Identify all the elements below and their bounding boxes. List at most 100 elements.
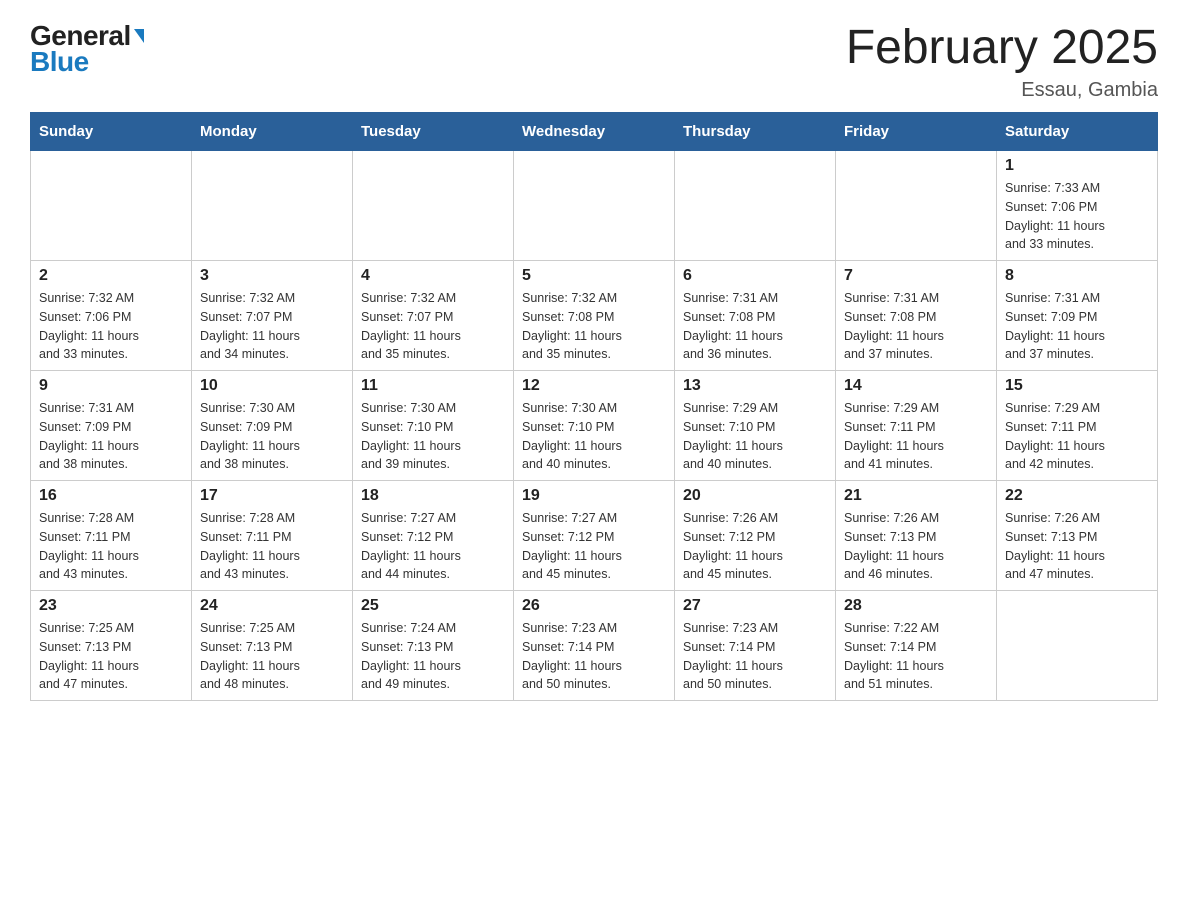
day-info: Sunrise: 7:29 AMSunset: 7:11 PMDaylight:… (844, 399, 988, 474)
day-number: 18 (361, 487, 505, 505)
day-info: Sunrise: 7:32 AMSunset: 7:08 PMDaylight:… (522, 289, 666, 364)
day-info: Sunrise: 7:24 AMSunset: 7:13 PMDaylight:… (361, 619, 505, 694)
header-row: Sunday Monday Tuesday Wednesday Thursday… (31, 113, 1158, 151)
day-info: Sunrise: 7:26 AMSunset: 7:13 PMDaylight:… (1005, 509, 1149, 584)
calendar-body: 1Sunrise: 7:33 AMSunset: 7:06 PMDaylight… (31, 151, 1158, 701)
day-info: Sunrise: 7:28 AMSunset: 7:11 PMDaylight:… (200, 509, 344, 584)
day-number: 4 (361, 267, 505, 285)
day-info: Sunrise: 7:26 AMSunset: 7:13 PMDaylight:… (844, 509, 988, 584)
location-title: Essau, Gambia (846, 79, 1158, 102)
col-wednesday: Wednesday (514, 113, 675, 151)
day-number: 12 (522, 377, 666, 395)
table-row: 28 Sunrise: 7:22 AMSunset: 7:14 PMDayligh… (836, 591, 997, 701)
table-row: 14 Sunrise: 7:29 AMSunset: 7:11 PMDayligh… (836, 371, 997, 481)
table-row: 21 Sunrise: 7:26 AMSunset: 7:13 PMDayligh… (836, 481, 997, 591)
day-info: Sunrise: 7:31 AMSunset: 7:09 PMDaylight:… (39, 399, 183, 474)
week-row-2: 9Sunrise: 7:31 AMSunset: 7:09 PMDaylight… (31, 371, 1158, 481)
col-thursday: Thursday (675, 113, 836, 151)
col-sunday: Sunday (31, 113, 192, 151)
day-info: Sunrise: 7:26 AMSunset: 7:12 PMDaylight:… (683, 509, 827, 584)
day-info: Sunrise: 7:32 AMSunset: 7:07 PMDaylight:… (200, 289, 344, 364)
day-number: 28 (844, 597, 988, 615)
day-info: Sunrise: 7:23 AMSunset: 7:14 PMDaylight:… (683, 619, 827, 694)
day-number: 14 (844, 377, 988, 395)
day-info: Sunrise: 7:31 AMSunset: 7:08 PMDaylight:… (844, 289, 988, 364)
table-row: 23 Sunrise: 7:25 AMSunset: 7:13 PMDayligh… (31, 591, 192, 701)
table-row: 24 Sunrise: 7:25 AMSunset: 7:13 PMDayligh… (192, 591, 353, 701)
calendar-table: Sunday Monday Tuesday Wednesday Thursday… (30, 112, 1158, 701)
logo-blue: Blue (30, 46, 89, 78)
table-row: 18 Sunrise: 7:27 AMSunset: 7:12 PMDayligh… (353, 481, 514, 591)
table-row: 8Sunrise: 7:31 AMSunset: 7:09 PMDaylight… (997, 261, 1158, 371)
table-row: 10 Sunrise: 7:30 AMSunset: 7:09 PMDayligh… (192, 371, 353, 481)
col-monday: Monday (192, 113, 353, 151)
day-number: 2 (39, 267, 183, 285)
table-row: 15 Sunrise: 7:29 AMSunset: 7:11 PMDayligh… (997, 371, 1158, 481)
table-row (31, 151, 192, 261)
day-info: Sunrise: 7:29 AMSunset: 7:11 PMDaylight:… (1005, 399, 1149, 474)
day-info: Sunrise: 7:33 AMSunset: 7:06 PMDaylight:… (1005, 179, 1149, 254)
table-row: 2 Sunrise: 7:32 AMSunset: 7:06 PMDaylight… (31, 261, 192, 371)
day-number: 24 (200, 597, 344, 615)
col-tuesday: Tuesday (353, 113, 514, 151)
day-info: Sunrise: 7:31 AMSunset: 7:08 PMDaylight:… (683, 289, 827, 364)
table-row: 7Sunrise: 7:31 AMSunset: 7:08 PMDaylight… (836, 261, 997, 371)
table-row: 26Sunrise: 7:23 AMSunset: 7:14 PMDayligh… (514, 591, 675, 701)
day-number: 26 (522, 597, 666, 615)
logo: General Blue (30, 20, 144, 78)
table-row: 4 Sunrise: 7:32 AMSunset: 7:07 PMDaylight… (353, 261, 514, 371)
day-info: Sunrise: 7:25 AMSunset: 7:13 PMDaylight:… (39, 619, 183, 694)
table-row: 19 Sunrise: 7:27 AMSunset: 7:12 PMDayligh… (514, 481, 675, 591)
calendar-header: Sunday Monday Tuesday Wednesday Thursday… (31, 113, 1158, 151)
day-number: 21 (844, 487, 988, 505)
day-info: Sunrise: 7:22 AMSunset: 7:14 PMDaylight:… (844, 619, 988, 694)
title-block: February 2025 Essau, Gambia (846, 20, 1158, 102)
table-row: 16 Sunrise: 7:28 AMSunset: 7:11 PMDayligh… (31, 481, 192, 591)
day-info: Sunrise: 7:28 AMSunset: 7:11 PMDaylight:… (39, 509, 183, 584)
day-number: 3 (200, 267, 344, 285)
day-number: 22 (1005, 487, 1149, 505)
table-row (675, 151, 836, 261)
table-row (836, 151, 997, 261)
col-saturday: Saturday (997, 113, 1158, 151)
day-info: Sunrise: 7:30 AMSunset: 7:10 PMDaylight:… (361, 399, 505, 474)
day-number: 8 (1005, 267, 1149, 285)
table-row: 3 Sunrise: 7:32 AMSunset: 7:07 PMDaylight… (192, 261, 353, 371)
logo-triangle-icon (134, 29, 144, 43)
page-header: General Blue February 2025 Essau, Gambia (30, 20, 1158, 102)
table-row: 17 Sunrise: 7:28 AMSunset: 7:11 PMDayligh… (192, 481, 353, 591)
day-number: 5 (522, 267, 666, 285)
day-info: Sunrise: 7:30 AMSunset: 7:10 PMDaylight:… (522, 399, 666, 474)
day-number: 17 (200, 487, 344, 505)
day-number: 6 (683, 267, 827, 285)
day-number: 10 (200, 377, 344, 395)
day-number: 11 (361, 377, 505, 395)
table-row: 1Sunrise: 7:33 AMSunset: 7:06 PMDaylight… (997, 151, 1158, 261)
day-info: Sunrise: 7:32 AMSunset: 7:07 PMDaylight:… (361, 289, 505, 364)
table-row: 27 Sunrise: 7:23 AMSunset: 7:14 PMDayligh… (675, 591, 836, 701)
table-row (353, 151, 514, 261)
day-number: 13 (683, 377, 827, 395)
day-info: Sunrise: 7:27 AMSunset: 7:12 PMDaylight:… (361, 509, 505, 584)
day-number: 23 (39, 597, 183, 615)
day-number: 19 (522, 487, 666, 505)
week-row-3: 16 Sunrise: 7:28 AMSunset: 7:11 PMDayligh… (31, 481, 1158, 591)
day-info: Sunrise: 7:27 AMSunset: 7:12 PMDaylight:… (522, 509, 666, 584)
table-row (997, 591, 1158, 701)
table-row: 9Sunrise: 7:31 AMSunset: 7:09 PMDaylight… (31, 371, 192, 481)
day-number: 16 (39, 487, 183, 505)
day-number: 20 (683, 487, 827, 505)
table-row: 25Sunrise: 7:24 AMSunset: 7:13 PMDayligh… (353, 591, 514, 701)
day-info: Sunrise: 7:25 AMSunset: 7:13 PMDaylight:… (200, 619, 344, 694)
table-row: 12 Sunrise: 7:30 AMSunset: 7:10 PMDayligh… (514, 371, 675, 481)
day-info: Sunrise: 7:30 AMSunset: 7:09 PMDaylight:… (200, 399, 344, 474)
week-row-0: 1Sunrise: 7:33 AMSunset: 7:06 PMDaylight… (31, 151, 1158, 261)
table-row (514, 151, 675, 261)
day-number: 27 (683, 597, 827, 615)
week-row-1: 2 Sunrise: 7:32 AMSunset: 7:06 PMDaylight… (31, 261, 1158, 371)
day-info: Sunrise: 7:32 AMSunset: 7:06 PMDaylight:… (39, 289, 183, 364)
table-row: 20 Sunrise: 7:26 AMSunset: 7:12 PMDayligh… (675, 481, 836, 591)
day-number: 15 (1005, 377, 1149, 395)
table-row: 6 Sunrise: 7:31 AMSunset: 7:08 PMDaylight… (675, 261, 836, 371)
col-friday: Friday (836, 113, 997, 151)
